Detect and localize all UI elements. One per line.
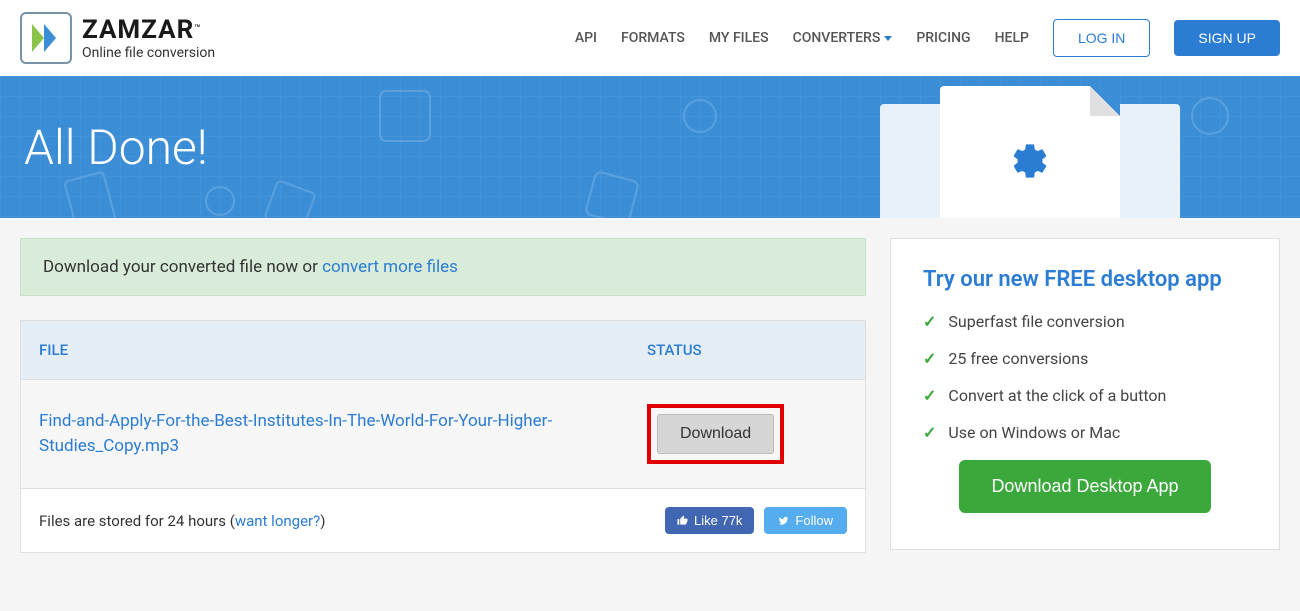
signup-button[interactable]: SIGN UP	[1174, 20, 1280, 56]
hero-title: All Done!	[24, 119, 208, 176]
logo-text: ZAMZAR™ Online file conversion	[82, 15, 215, 61]
table-header: FILE STATUS	[21, 321, 865, 379]
file-table: FILE STATUS Find-and-Apply-For-the-Best-…	[20, 320, 866, 553]
gear-icon	[1010, 141, 1050, 181]
thumbs-up-icon	[677, 515, 688, 526]
login-button[interactable]: LOG IN	[1053, 19, 1150, 57]
feature-list: ✓Superfast file conversion ✓25 free conv…	[923, 312, 1247, 442]
want-longer-link[interactable]: want longer?	[235, 512, 320, 530]
table-footer: Files are stored for 24 hours (want long…	[21, 488, 865, 552]
col-header-status: STATUS	[647, 341, 847, 359]
main-column: Download your converted file now or conv…	[20, 238, 866, 553]
facebook-like-button[interactable]: Like 77k	[665, 507, 754, 534]
nav-api[interactable]: API	[575, 30, 597, 46]
logo-tm: ™	[194, 24, 200, 35]
logo-icon	[20, 12, 72, 64]
feature-item: ✓Superfast file conversion	[923, 312, 1247, 331]
check-icon: ✓	[923, 386, 936, 405]
sidebar: Try our new FREE desktop app ✓Superfast …	[890, 238, 1280, 553]
chevron-down-icon	[884, 36, 892, 41]
success-text: Download your converted file now or	[43, 257, 322, 277]
logo-subtitle: Online file conversion	[82, 45, 215, 61]
download-button[interactable]: Download	[657, 414, 774, 454]
storage-note: Files are stored for 24 hours (want long…	[39, 512, 325, 530]
download-highlight-box: Download	[647, 404, 784, 464]
twitter-follow-button[interactable]: Follow	[764, 507, 847, 534]
nav-help[interactable]: HELP	[995, 30, 1029, 46]
download-desktop-app-button[interactable]: Download Desktop App	[959, 460, 1210, 513]
main-container: Download your converted file now or conv…	[0, 218, 1300, 573]
desktop-app-card: Try our new FREE desktop app ✓Superfast …	[890, 238, 1280, 550]
feature-item: ✓Convert at the click of a button	[923, 386, 1247, 405]
twitter-icon	[778, 515, 789, 526]
success-banner: Download your converted file now or conv…	[20, 238, 866, 296]
nav-formats[interactable]: FORMATS	[621, 30, 685, 46]
col-header-file: FILE	[39, 341, 647, 359]
file-name[interactable]: Find-and-Apply-For-the-Best-Institutes-I…	[39, 409, 647, 460]
feature-item: ✓Use on Windows or Mac	[923, 423, 1247, 442]
logo[interactable]: ZAMZAR™ Online file conversion	[20, 12, 215, 64]
table-row: Find-and-Apply-For-the-Best-Institutes-I…	[21, 379, 865, 488]
nav-converters[interactable]: CONVERTERS	[793, 30, 893, 46]
check-icon: ✓	[923, 312, 936, 331]
hero-document-graphic	[940, 86, 1120, 218]
feature-item: ✓25 free conversions	[923, 349, 1247, 368]
logo-title: ZAMZAR	[82, 15, 194, 45]
social-buttons: Like 77k Follow	[665, 507, 847, 534]
header: ZAMZAR™ Online file conversion API FORMA…	[0, 0, 1300, 76]
nav: API FORMATS MY FILES CONVERTERS PRICING …	[575, 19, 1280, 57]
check-icon: ✓	[923, 349, 936, 368]
card-title: Try our new FREE desktop app	[923, 267, 1247, 292]
nav-my-files[interactable]: MY FILES	[709, 30, 769, 46]
nav-pricing[interactable]: PRICING	[916, 30, 970, 46]
hero-banner: All Done!	[0, 76, 1300, 218]
convert-more-link[interactable]: convert more files	[322, 257, 458, 277]
check-icon: ✓	[923, 423, 936, 442]
